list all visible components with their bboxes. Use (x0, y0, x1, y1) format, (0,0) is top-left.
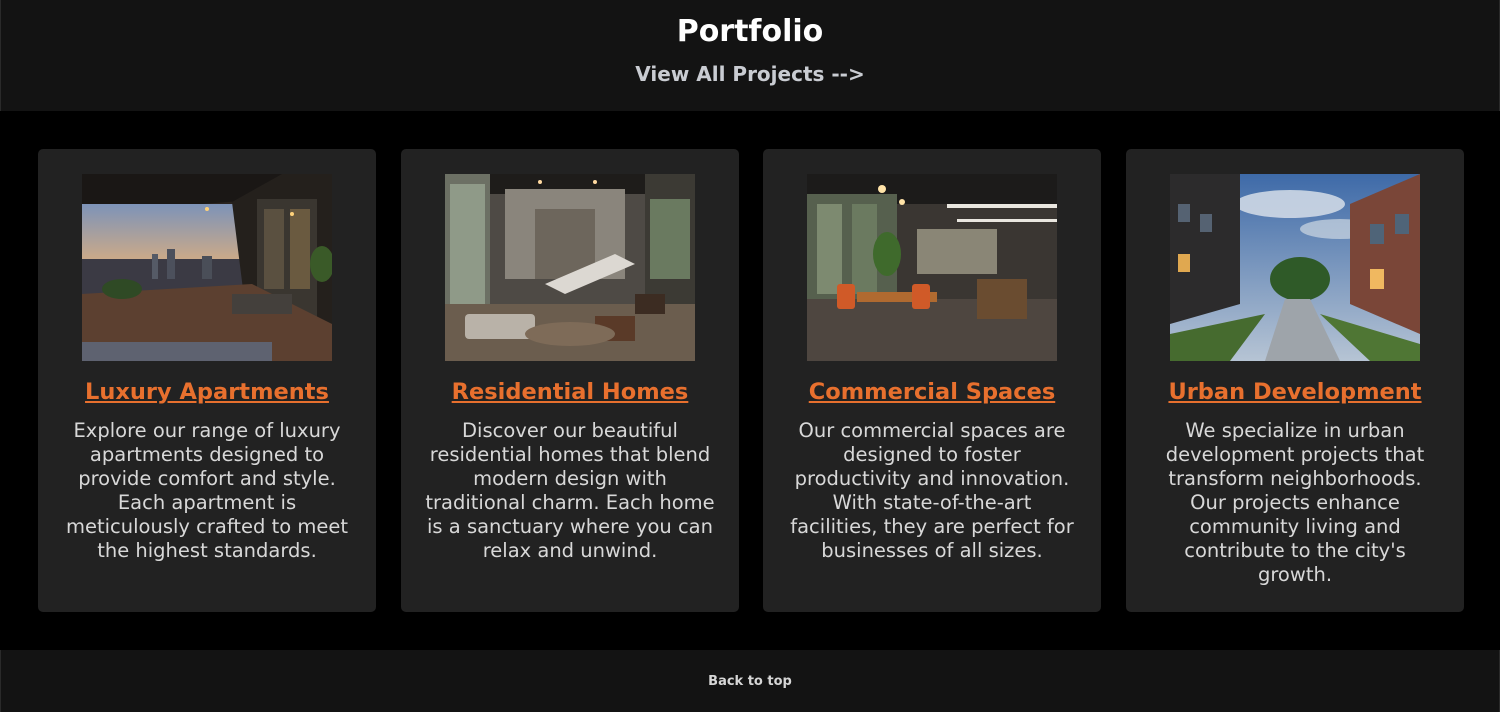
commercial-spaces-image[interactable] (807, 174, 1057, 361)
luxury-apartments-title-link[interactable]: Luxury Apartments (38, 379, 376, 405)
portfolio-header: Portfolio View All Projects --> (0, 0, 1500, 111)
commercial-spaces-description: Our commercial spaces are designed to fo… (790, 419, 1074, 562)
project-card-luxury-apartments: Luxury Apartments Explore our range of l… (38, 149, 376, 612)
commercial-spaces-title-link[interactable]: Commercial Spaces (763, 379, 1101, 405)
urban-development-description: We specialize in urban development proje… (1165, 419, 1425, 586)
residential-homes-title-link[interactable]: Residential Homes (401, 379, 739, 405)
urban-development-title-link[interactable]: Urban Development (1126, 379, 1464, 405)
back-to-top-link[interactable]: Back to top (1, 674, 1499, 689)
portfolio-grid: Luxury Apartments Explore our range of l… (0, 111, 1500, 650)
project-card-residential-homes: Residential Homes Discover our beautiful… (401, 149, 739, 612)
luxury-apartments-description: Explore our range of luxury apartments d… (66, 419, 348, 562)
project-card-commercial-spaces: Commercial Spaces Our commercial spaces … (763, 149, 1101, 612)
urban-development-image[interactable] (1170, 174, 1420, 361)
project-card-urban-development: Urban Development We specialize in urban… (1126, 149, 1464, 612)
residential-homes-description: Discover our beautiful residential homes… (425, 419, 715, 562)
view-all-projects-link[interactable]: View All Projects --> (1, 62, 1499, 86)
page-footer: Back to top (0, 650, 1500, 712)
page-title: Portfolio (676, 14, 824, 49)
residential-homes-image[interactable] (445, 174, 695, 361)
luxury-apartments-image[interactable] (82, 174, 332, 361)
